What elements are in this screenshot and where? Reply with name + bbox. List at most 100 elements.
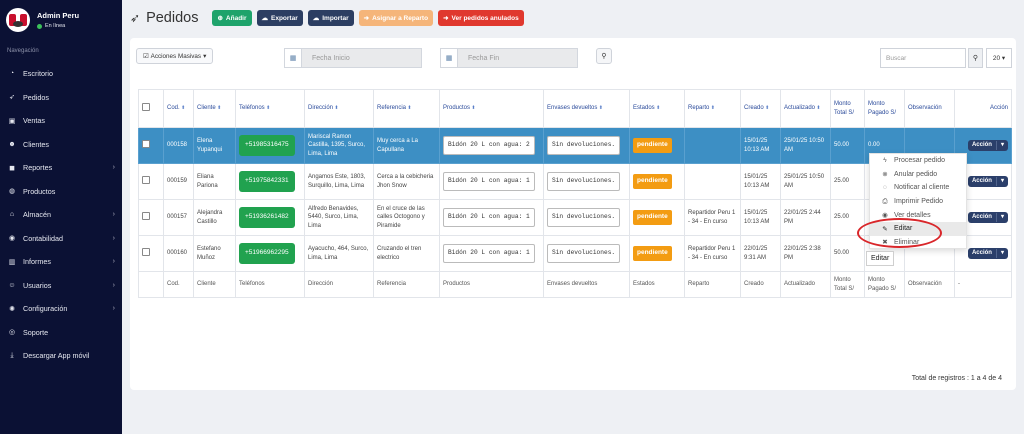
footer-cell: Cliente xyxy=(193,271,236,298)
sidebar-item-descargar-app-m-vil[interactable]: ⤓ Descargar App móvil xyxy=(0,344,122,368)
column-header[interactable] xyxy=(138,89,164,128)
column-header[interactable]: Dirección ⬍ xyxy=(304,89,374,128)
asignar-a-reparto-button[interactable]: ➜ Asignar a Reparto xyxy=(358,10,434,26)
row-checkbox[interactable] xyxy=(142,211,150,220)
cell-cod: 000157 xyxy=(163,199,194,236)
column-header[interactable]: Creado ⬍ xyxy=(740,89,781,128)
ver-pedidos-anulados-button[interactable]: ➜ Ver pedidos anulados xyxy=(438,10,524,26)
users-icon: ☻ xyxy=(8,140,16,148)
sidebar-item-productos[interactable]: ◍ Productos xyxy=(0,180,122,204)
action-button[interactable]: Acción ▾ xyxy=(967,212,1008,223)
mass-actions-button[interactable]: ☑ Acciones Masivas ▾ xyxy=(136,48,214,64)
date-end-filter[interactable]: ▦ Fecha Fin xyxy=(440,48,578,68)
sidebar-item-soporte[interactable]: ◎ Soporte xyxy=(0,321,122,345)
column-header: Acción xyxy=(954,89,1012,128)
sort-icon: ⬍ xyxy=(264,105,271,112)
select-all-checkbox[interactable] xyxy=(142,102,150,111)
sidebar-item-configuraci-n[interactable]: ✺ Configuración › xyxy=(0,297,122,321)
menu-item-anular-pedido[interactable]: ⊗ Anular pedido xyxy=(870,168,966,182)
column-header[interactable]: Monto Total S/ xyxy=(830,89,865,128)
sidebar-item-contabilidad[interactable]: ◉ Contabilidad › xyxy=(0,227,122,251)
cell-direccion: Mariscal Ramon Castilla, 1395, Surco, Li… xyxy=(304,127,374,164)
sidebar-item-reportes[interactable]: ◼ Reportes › xyxy=(0,156,122,180)
chevron-right-icon: › xyxy=(112,305,115,313)
online-dot-icon xyxy=(37,23,42,29)
sidebar-item-label: Clientes xyxy=(23,139,49,149)
date-search-button[interactable]: ⚲ xyxy=(596,48,612,64)
menu-item-imprimir-pedido[interactable]: ⎙ Imprimir Pedido xyxy=(870,195,966,209)
cell-estado: pendiente xyxy=(629,127,685,164)
footer-cell xyxy=(138,271,164,298)
column-header[interactable]: Actualizado ⬍ xyxy=(780,89,831,128)
footer-cell: Estados xyxy=(629,271,685,298)
search-button[interactable]: ⚲ xyxy=(968,48,983,68)
search-icon: ⚲ xyxy=(972,55,979,62)
sidebar-item-almac-n[interactable]: ⌂ Almacén › xyxy=(0,203,122,227)
sidebar-item-clientes[interactable]: ☻ Clientes xyxy=(0,133,122,157)
producto-value: Bidón 20 L con agua: 1 xyxy=(443,172,535,191)
phone-button[interactable]: +51936261482 xyxy=(239,207,295,228)
column-header[interactable]: Teléfonos ⬍ xyxy=(235,89,305,128)
sort-icon: ⬍ xyxy=(333,105,339,112)
column-header[interactable]: Productos ⬍ xyxy=(439,89,544,128)
cell-actualizado: 22/01/25 2:44 PM xyxy=(780,199,831,236)
date-end-input[interactable]: Fecha Fin xyxy=(458,48,578,68)
sort-icon: ⬍ xyxy=(406,105,412,112)
cell-direccion: Ayacucho, 464, Surco, Lima, Lima xyxy=(304,235,374,272)
per-page-select[interactable]: 20 ▾ xyxy=(986,48,1012,68)
action-button[interactable]: Acción ▾ xyxy=(967,248,1008,259)
sidebar-item-escritorio[interactable]: ◔ Escritorio xyxy=(0,62,122,86)
importar-button[interactable]: ☁ Importar xyxy=(307,10,354,26)
caret-down-icon: ▾ xyxy=(995,249,1008,258)
sidebar-item-label: Soporte xyxy=(23,327,49,337)
calendar-icon: ▦ xyxy=(284,48,302,68)
caret-down-icon: ▾ xyxy=(203,52,207,60)
cell-referencia: Muy cerca a La Capullana xyxy=(373,127,440,164)
sidebar-item-ventas[interactable]: ▣ Ventas xyxy=(0,109,122,133)
column-header[interactable]: Referencia ⬍ xyxy=(373,89,440,128)
action-button[interactable]: Acción ▾ xyxy=(967,140,1008,151)
sort-icon: ⬍ xyxy=(215,105,222,112)
cell-telefono: +51966962295 xyxy=(235,235,305,272)
menu-item-procesar-pedido[interactable]: ϟ Procesar pedido xyxy=(870,154,966,168)
menu-item-notificar-al-cliente[interactable]: ◌ Notificar al cliente xyxy=(870,181,966,195)
cell-cliente: Elena Yupanqui xyxy=(193,127,236,164)
sidebar-item-pedidos[interactable]: ➶ Pedidos xyxy=(0,86,122,110)
row-checkbox[interactable] xyxy=(142,175,150,184)
search-input[interactable]: Buscar xyxy=(880,48,966,68)
column-header[interactable]: Observación xyxy=(904,89,955,128)
table-header-row: Cod. ⬍ Cliente ⬍ Teléfonos ⬍ Dirección ⬍ Ref… xyxy=(138,89,1012,128)
column-header[interactable]: Reparto ⬍ xyxy=(684,89,741,128)
cell-reparto xyxy=(684,163,741,200)
print-icon: ⎙ xyxy=(882,197,888,205)
phone-button[interactable]: +51975842331 xyxy=(239,171,295,192)
cell-referencia: En el cruce de las calles Octogono y Pir… xyxy=(373,199,440,236)
column-header[interactable]: Estados ⬍ xyxy=(629,89,685,128)
nav-section-title: Navegación xyxy=(7,48,39,54)
producto-value: Bidón 20 L con agua: 2 xyxy=(443,136,535,155)
date-start-input[interactable]: Fecha Inicio xyxy=(302,48,422,68)
row-checkbox-cell xyxy=(138,235,164,272)
column-header[interactable]: Cod. ⬍ xyxy=(163,89,194,128)
chevron-right-icon: › xyxy=(112,281,115,289)
sidebar-item-usuarios[interactable]: ☺ Usuarios › xyxy=(0,274,122,298)
column-header[interactable]: Monto Pagado S/ xyxy=(864,89,905,128)
sidebar-item-informes[interactable]: ▥ Informes › xyxy=(0,250,122,274)
column-header[interactable]: Envases devueltos ⬍ xyxy=(543,89,630,128)
chevron-right-icon: › xyxy=(112,258,115,266)
row-checkbox[interactable] xyxy=(142,139,150,148)
a-adir-button[interactable]: ⊕ Añadir xyxy=(212,10,252,26)
cell-creado: 22/01/25 9:31 AM xyxy=(740,235,781,272)
date-start-filter[interactable]: ▦ Fecha Inicio xyxy=(284,48,422,68)
phone-button[interactable]: +51966962295 xyxy=(239,243,295,264)
action-button[interactable]: Acción ▾ xyxy=(967,176,1008,187)
exportar-button[interactable]: ☁ Exportar xyxy=(256,10,303,26)
cell-envases: Sin devoluciones. xyxy=(543,199,630,236)
column-header[interactable]: Cliente ⬍ xyxy=(193,89,236,128)
cloud-upload-icon: ☁ xyxy=(312,15,320,22)
row-checkbox[interactable] xyxy=(142,247,150,256)
envases-value: Sin devoluciones. xyxy=(547,244,621,263)
phone-button[interactable]: +51985316475 xyxy=(239,135,295,156)
row-checkbox-cell xyxy=(138,163,164,200)
page-header: ➶ Pedidos ⊕ Añadir ☁ Exportar ☁ Importar ➜ Asign… xyxy=(130,8,529,28)
